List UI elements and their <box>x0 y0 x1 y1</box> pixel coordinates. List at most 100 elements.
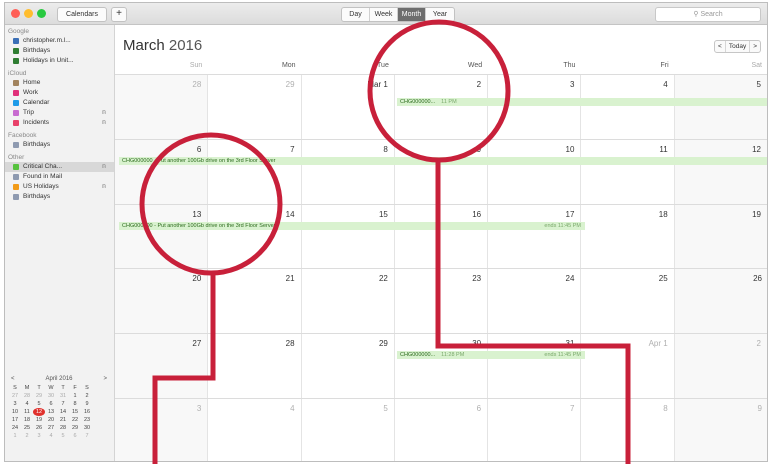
day-cell[interactable]: 26 <box>674 269 767 334</box>
view-week-button[interactable]: Week <box>370 8 398 21</box>
mini-day[interactable]: 19 <box>33 416 45 424</box>
mini-day[interactable]: 6 <box>45 400 57 408</box>
mini-day[interactable]: 4 <box>45 432 57 440</box>
day-cell[interactable]: 30 <box>395 334 489 398</box>
day-cell[interactable]: 9 <box>674 398 767 461</box>
mini-day[interactable]: 17 <box>9 416 21 424</box>
mini-day[interactable]: 21 <box>57 416 69 424</box>
mini-day[interactable]: 1 <box>9 432 21 440</box>
color-swatch[interactable] <box>13 100 19 106</box>
color-swatch[interactable] <box>13 184 19 190</box>
mini-day[interactable]: 27 <box>9 392 21 400</box>
calendar-item[interactable]: Incidents ⍝ <box>5 118 114 128</box>
day-cell[interactable]: 24 <box>488 269 582 334</box>
day-cell[interactable]: 3 <box>115 398 209 461</box>
day-cell[interactable]: 8 <box>581 398 675 461</box>
day-cell[interactable]: 7 <box>208 139 302 204</box>
day-cell[interactable]: 19 <box>674 204 767 269</box>
mini-day[interactable]: 7 <box>81 432 93 440</box>
mini-day-today[interactable]: 12 <box>33 408 45 416</box>
day-cell[interactable]: 23 <box>395 269 489 334</box>
mini-day[interactable]: 31 <box>57 392 69 400</box>
mini-day[interactable]: 3 <box>33 432 45 440</box>
color-swatch[interactable] <box>13 48 19 54</box>
day-cell[interactable]: 13 <box>115 204 209 269</box>
calendar-item[interactable]: US Holidays ⍝ <box>5 182 114 192</box>
mini-day[interactable]: 6 <box>69 432 81 440</box>
view-year-button[interactable]: Year <box>426 8 454 21</box>
mini-day[interactable]: 27 <box>45 424 57 432</box>
color-swatch[interactable] <box>13 80 19 86</box>
today-button[interactable]: Today <box>726 41 751 52</box>
day-cell[interactable]: 8 <box>302 139 395 204</box>
mini-day[interactable]: 3 <box>9 400 21 408</box>
calendar-item[interactable]: Birthdays <box>5 192 114 202</box>
calendar-item[interactable]: Home <box>5 78 114 88</box>
day-cell[interactable]: 28 <box>115 75 209 139</box>
day-cell[interactable]: 4 <box>208 398 302 461</box>
color-swatch[interactable] <box>13 194 19 200</box>
mini-day[interactable]: 26 <box>33 424 45 432</box>
mini-day[interactable]: 24 <box>9 424 21 432</box>
mini-day[interactable]: 18 <box>21 416 33 424</box>
day-cell[interactable]: 20 <box>115 269 209 334</box>
mini-day[interactable]: 8 <box>69 400 81 408</box>
day-cell[interactable]: 18 <box>581 204 675 269</box>
day-cell[interactable]: 4 <box>581 75 675 139</box>
calendar-event[interactable]: CHG000000... 11 PM <box>397 98 767 106</box>
mini-day[interactable]: 16 <box>81 408 93 416</box>
zoom-button[interactable] <box>37 9 46 18</box>
mini-day[interactable]: 22 <box>69 416 81 424</box>
calendars-button[interactable]: Calendars <box>57 7 107 22</box>
calendar-event[interactable]: CHG000000 - Put another 100Gb drive on t… <box>119 221 491 230</box>
view-month-button[interactable]: Month <box>398 8 426 21</box>
day-cell[interactable]: 2 <box>674 334 767 398</box>
mini-day[interactable]: 1 <box>69 392 81 400</box>
day-cell[interactable]: 2 <box>395 75 489 139</box>
color-swatch[interactable] <box>13 142 19 148</box>
mini-prev-button[interactable]: < <box>11 375 15 384</box>
mini-day[interactable]: 14 <box>57 408 69 416</box>
day-cell[interactable]: 7 <box>488 398 582 461</box>
day-cell[interactable]: 14 <box>208 204 302 269</box>
day-cell[interactable]: 25 <box>581 269 675 334</box>
mini-day[interactable]: 5 <box>57 432 69 440</box>
color-swatch[interactable] <box>13 174 19 180</box>
close-button[interactable] <box>11 9 20 18</box>
minimize-button[interactable] <box>24 9 33 18</box>
color-swatch[interactable] <box>13 90 19 96</box>
calendar-item[interactable]: Work <box>5 88 114 98</box>
calendar-item[interactable]: christopher.m.l... <box>5 36 114 46</box>
day-cell[interactable]: 17 <box>488 204 582 269</box>
day-cell[interactable]: 31 <box>488 334 582 398</box>
color-swatch[interactable] <box>13 164 19 170</box>
search-input[interactable]: ⚲ Search <box>655 7 761 22</box>
day-cell[interactable]: 27 <box>115 334 209 398</box>
day-cell[interactable]: 9 <box>395 139 489 204</box>
mini-day[interactable]: 15 <box>69 408 81 416</box>
day-cell[interactable]: 10 <box>488 139 582 204</box>
day-cell[interactable]: 28 <box>208 334 302 398</box>
mini-day[interactable]: 5 <box>33 400 45 408</box>
mini-day[interactable]: 20 <box>45 416 57 424</box>
calendar-item[interactable]: Found in Mail <box>5 172 114 182</box>
calendar-item[interactable]: Birthdays <box>5 140 114 150</box>
day-cell[interactable]: 6 <box>395 398 489 461</box>
color-swatch[interactable] <box>13 110 19 116</box>
calendar-item[interactable]: Holidays in Unit... <box>5 56 114 66</box>
mini-day[interactable]: 2 <box>81 392 93 400</box>
mini-day[interactable]: 7 <box>57 400 69 408</box>
mini-day[interactable]: 28 <box>57 424 69 432</box>
mini-day[interactable]: 9 <box>81 400 93 408</box>
calendar-event[interactable]: ends 11:45 PM <box>491 351 585 360</box>
day-cell[interactable]: 12 <box>674 139 767 204</box>
mini-day[interactable]: 25 <box>21 424 33 432</box>
mini-day[interactable]: 23 <box>81 416 93 424</box>
day-cell[interactable]: 5 <box>674 75 767 139</box>
calendar-event[interactable]: CHG000000... 11:28 PM <box>397 351 491 360</box>
mini-day[interactable]: 10 <box>9 408 21 416</box>
color-swatch[interactable] <box>13 120 19 126</box>
day-cell[interactable]: 21 <box>208 269 302 334</box>
calendar-item[interactable]: Birthdays <box>5 46 114 56</box>
mini-day[interactable]: 4 <box>21 400 33 408</box>
